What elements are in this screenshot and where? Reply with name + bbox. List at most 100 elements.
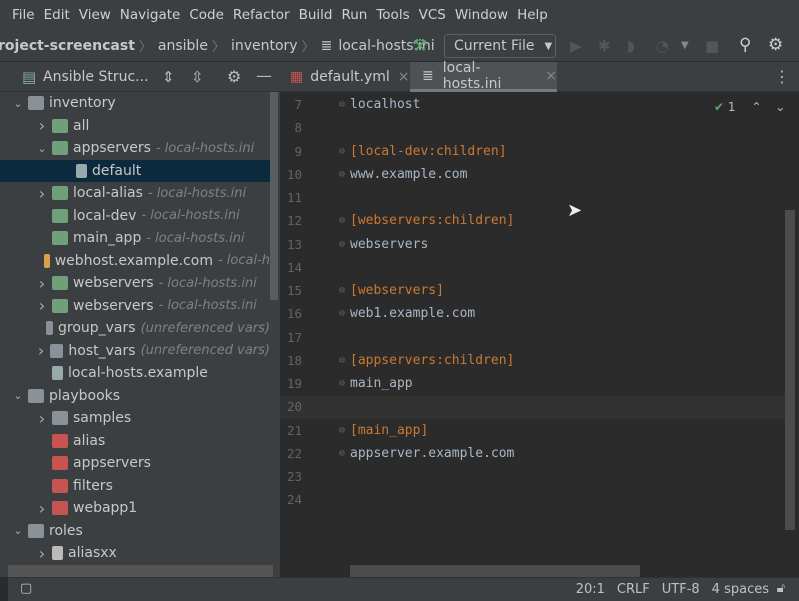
build-hammer-icon[interactable]: ⚒ bbox=[412, 36, 427, 56]
fold-marker-icon[interactable]: ⊖ bbox=[339, 425, 345, 436]
lock-open-icon[interactable]: 🔓︎ bbox=[777, 581, 785, 596]
file-encoding[interactable]: UTF-8 bbox=[662, 582, 700, 597]
breadcrumb-project[interactable]: roject-screencast bbox=[0, 38, 135, 54]
close-tab-icon[interactable]: × bbox=[398, 69, 410, 85]
tab-default-yml[interactable]: ▦ default.yml × bbox=[290, 62, 410, 92]
menu-navigate[interactable]: Navigate bbox=[120, 7, 181, 23]
chevron-right-icon[interactable]: › bbox=[36, 409, 48, 428]
fold-marker-icon[interactable]: ⊖ bbox=[339, 146, 345, 157]
tree-item[interactable]: › local-alias - local-hosts.ini bbox=[0, 182, 270, 205]
chevron-right-icon[interactable]: › bbox=[36, 544, 48, 563]
chevron-down-icon[interactable]: ⌄ bbox=[12, 389, 24, 402]
menu-run[interactable]: Run bbox=[341, 7, 367, 23]
hide-panel-icon[interactable]: — bbox=[256, 66, 272, 85]
tree-item[interactable]: › webservers - local-hosts.ini bbox=[0, 295, 270, 318]
settings-gear-icon[interactable]: ⚙ bbox=[768, 35, 783, 55]
line-number: 13 bbox=[286, 236, 302, 252]
tree-item[interactable]: default bbox=[0, 159, 270, 182]
search-icon[interactable]: ⚲ bbox=[739, 35, 751, 55]
toggle-tool-windows-icon[interactable]: ▢ bbox=[20, 581, 32, 596]
inspection-widget[interactable]: ✔ 1 ⌃ ⌄ bbox=[714, 100, 785, 114]
tree-item[interactable]: ⌄ inventory bbox=[0, 92, 270, 115]
stop-icon[interactable]: ■ bbox=[705, 37, 719, 55]
tree-item[interactable]: local-hosts.example bbox=[0, 362, 270, 385]
menu-tools[interactable]: Tools bbox=[376, 7, 409, 23]
tree-item[interactable]: ⌄ roles bbox=[0, 520, 270, 543]
run-configuration-dropdown[interactable]: Current File ▼ bbox=[444, 34, 556, 58]
fold-marker-icon[interactable]: ⊖ bbox=[339, 285, 345, 296]
chevron-down-icon[interactable]: ⌄ bbox=[12, 97, 24, 110]
indent-setting[interactable]: 4 spaces bbox=[712, 582, 769, 597]
menu-help[interactable]: Help bbox=[517, 7, 548, 23]
role-icon bbox=[52, 546, 63, 561]
menu-edit[interactable]: Edit bbox=[44, 7, 70, 23]
tree-item[interactable]: › samples bbox=[0, 407, 270, 430]
panel-title[interactable]: Ansible Struc... bbox=[43, 69, 149, 85]
panel-settings-gear-icon[interactable]: ⚙ bbox=[227, 67, 241, 86]
caret-position[interactable]: 20:1 bbox=[576, 582, 605, 597]
tab-local-hosts-ini[interactable]: ≣ local-hosts.ini × bbox=[410, 60, 557, 92]
chevron-down-icon[interactable]: ⌄ bbox=[36, 142, 48, 155]
breadcrumb-inventory[interactable]: inventory bbox=[231, 38, 298, 54]
run-icon[interactable]: ▶ bbox=[570, 37, 582, 55]
code-editor[interactable]: 7 ⊖ localhost 8 9 ⊖ [local-dev:children] 10 ⊖ www… bbox=[280, 92, 799, 577]
tree-item[interactable]: ⌄ playbooks bbox=[0, 385, 270, 408]
collapse-all-icon[interactable]: ⇳ bbox=[191, 68, 204, 86]
tree-item[interactable]: › aliasxx bbox=[0, 542, 270, 565]
menu-code[interactable]: Code bbox=[189, 7, 224, 23]
chevron-right-icon[interactable]: › bbox=[36, 341, 46, 360]
tree-item[interactable]: group_vars (unreferenced vars) bbox=[0, 317, 270, 340]
menu-window[interactable]: Window bbox=[455, 7, 508, 23]
tree-item[interactable]: webhost.example.com - local-h bbox=[0, 250, 270, 273]
expand-all-icon[interactable]: ⇕ bbox=[162, 68, 175, 86]
profile-icon[interactable]: ◔ bbox=[656, 37, 669, 55]
tree-item[interactable]: ⌄ appservers - local-hosts.ini bbox=[0, 137, 270, 160]
coverage-icon[interactable]: ◗ bbox=[627, 37, 635, 55]
chevron-right-icon[interactable]: › bbox=[36, 184, 48, 203]
tree-item[interactable]: appservers bbox=[0, 452, 270, 475]
menu-vcs[interactable]: VCS bbox=[419, 7, 446, 23]
fold-marker-icon[interactable]: ⊖ bbox=[339, 215, 345, 226]
chevron-right-icon[interactable]: › bbox=[36, 499, 48, 518]
breadcrumb-ansible[interactable]: ansible bbox=[158, 38, 208, 54]
tree-scrollbar[interactable] bbox=[270, 92, 278, 300]
chevron-right-icon[interactable]: › bbox=[36, 116, 48, 135]
line-ending[interactable]: CRLF bbox=[617, 582, 650, 597]
fold-marker-icon[interactable]: ⊖ bbox=[339, 448, 345, 459]
chevron-down-icon[interactable]: ⌄ bbox=[12, 524, 24, 537]
line-number: 10 bbox=[286, 166, 302, 182]
fold-marker-icon[interactable]: ⊖ bbox=[339, 99, 345, 110]
tree-item[interactable]: › all bbox=[0, 115, 270, 138]
chevron-right-icon[interactable]: › bbox=[36, 296, 48, 315]
tree-item-hint: - local-hosts.ini bbox=[158, 298, 257, 314]
fold-marker-icon[interactable]: ⊖ bbox=[339, 308, 345, 319]
previous-highlight-icon[interactable]: ⌃ bbox=[751, 100, 761, 114]
tree-horizontal-scrollbar[interactable] bbox=[8, 565, 273, 577]
editor-vertical-scrollbar[interactable] bbox=[785, 210, 795, 530]
menu-build[interactable]: Build bbox=[299, 7, 333, 23]
chevron-right-icon[interactable]: › bbox=[36, 274, 48, 293]
fold-marker-icon[interactable]: ⊖ bbox=[339, 239, 345, 250]
more-run-chevron-icon[interactable]: ▼ bbox=[681, 40, 689, 51]
editor-horizontal-scrollbar[interactable] bbox=[350, 565, 640, 577]
close-tab-icon[interactable]: × bbox=[545, 68, 557, 84]
fold-marker-icon[interactable]: ⊖ bbox=[339, 169, 345, 180]
tree-item[interactable]: local-dev - local-hosts.ini bbox=[0, 205, 270, 228]
tree-item[interactable]: main_app - local-hosts.ini bbox=[0, 227, 270, 250]
tree-item[interactable]: › webapp1 bbox=[0, 497, 270, 520]
more-tabs-icon[interactable]: ⋮ bbox=[774, 67, 790, 86]
tree-item[interactable]: › webservers - local-hosts.ini bbox=[0, 272, 270, 295]
fold-marker-icon[interactable]: ⊖ bbox=[339, 378, 345, 389]
menu-refactor[interactable]: Refactor bbox=[233, 7, 290, 23]
tree-item-label: aliasxx bbox=[68, 545, 117, 562]
fold-marker-icon[interactable]: ⊖ bbox=[339, 355, 345, 366]
tree-item[interactable]: alias bbox=[0, 430, 270, 453]
tree-item[interactable]: › host_vars (unreferenced vars) bbox=[0, 340, 270, 363]
tree-item[interactable]: filters bbox=[0, 475, 270, 498]
menu-file[interactable]: File bbox=[12, 7, 35, 23]
menu-view[interactable]: View bbox=[79, 7, 111, 23]
line-number: 11 bbox=[286, 190, 302, 205]
next-highlight-icon[interactable]: ⌄ bbox=[775, 100, 785, 114]
structure-tree: ⌄ inventory › all ⌄ appservers - local-hosts.i… bbox=[0, 92, 280, 577]
debug-icon[interactable]: ✱ bbox=[598, 37, 611, 55]
